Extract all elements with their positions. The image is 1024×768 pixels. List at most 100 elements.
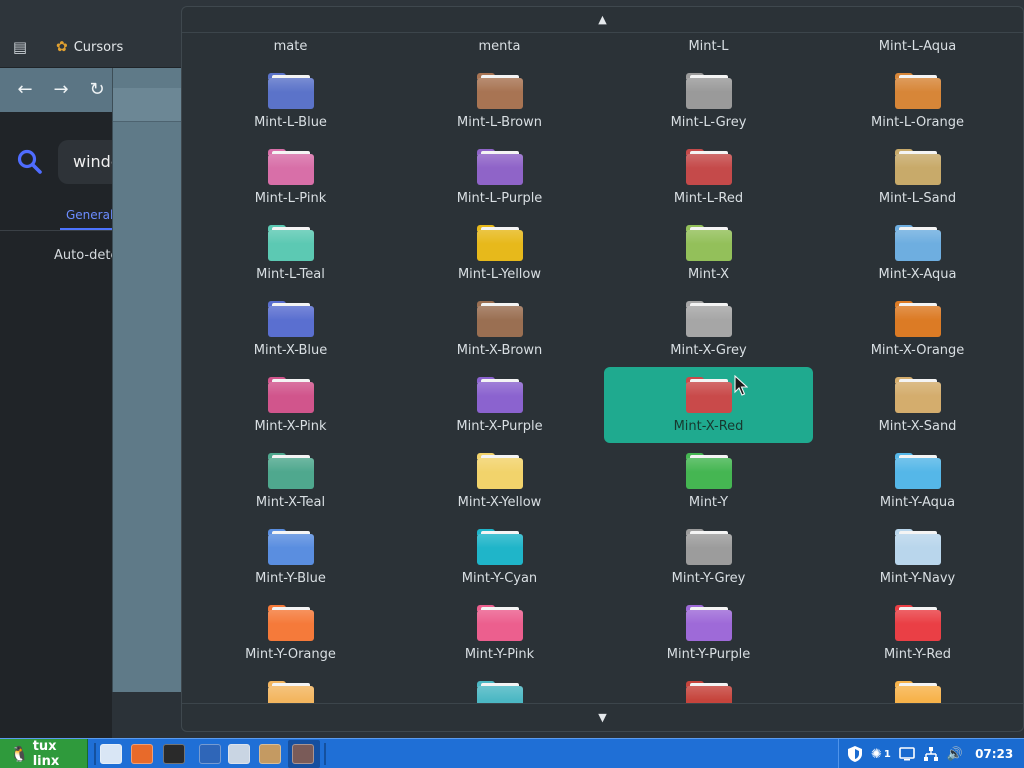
icon-theme-item[interactable] xyxy=(186,671,395,704)
folder-icon xyxy=(686,529,732,565)
icon-theme-item[interactable]: Mint-L-Teal xyxy=(186,215,395,291)
icon-theme-item[interactable]: menta xyxy=(395,34,604,63)
icon-theme-item[interactable]: Mint-X-Red xyxy=(604,367,813,443)
icon-theme-label: Mint-L-Brown xyxy=(457,115,542,130)
folder-icon xyxy=(895,377,941,413)
icon-theme-label: Mint-X-Aqua xyxy=(878,267,957,282)
scroll-down-button[interactable]: ▼ xyxy=(182,703,1023,731)
icon-theme-label: Mint-X-Orange xyxy=(870,343,965,358)
display-icon[interactable] xyxy=(899,747,915,761)
icon-theme-label: Mint-L-Red xyxy=(673,191,744,206)
icon-theme-item[interactable]: Mint-X-Yellow xyxy=(395,443,604,519)
icon-theme-item[interactable]: Mint-Y-Aqua xyxy=(813,443,1022,519)
icon-theme-item[interactable]: Mint-X-Grey xyxy=(604,291,813,367)
reload-icon[interactable]: ↻ xyxy=(85,78,109,102)
icon-theme-label: Mint-X-Brown xyxy=(456,343,543,358)
icon-theme-label: Mint-Y xyxy=(688,495,729,510)
search-input[interactable]: windows xyxy=(58,140,112,184)
folder-icon xyxy=(477,377,523,413)
taskbar: 🐧 tux linx ✺ 1 🔊 07:23 xyxy=(0,738,1024,768)
icon-theme-item[interactable]: Mint-L-Orange xyxy=(813,63,1022,139)
icon-theme-item[interactable]: Mint-L-Purple xyxy=(395,139,604,215)
icon-theme-item[interactable]: Mint-Y-Purple xyxy=(604,595,813,671)
notification-bell-icon[interactable]: ✺ xyxy=(871,747,882,762)
volume-icon[interactable]: 🔊 xyxy=(947,747,963,762)
folder-icon xyxy=(268,149,314,185)
package-icon[interactable] xyxy=(259,744,281,764)
back-arrow-icon[interactable]: ← xyxy=(13,78,37,102)
folder-icon xyxy=(268,73,314,109)
folder-icon xyxy=(686,225,732,261)
icon-theme-label: Mint-L-Teal xyxy=(256,267,325,282)
icon-theme-item[interactable]: Mint-Y-Pink xyxy=(395,595,604,671)
folder-icon xyxy=(895,453,941,489)
icon-theme-item[interactable]: Mint-Y-Blue xyxy=(186,519,395,595)
icon-theme-item[interactable]: Mint-X xyxy=(604,215,813,291)
icon-theme-item[interactable]: Mint-Y-Orange xyxy=(186,595,395,671)
icon-theme-item[interactable] xyxy=(395,671,604,704)
network-app-icon[interactable] xyxy=(228,744,250,764)
lock-app-icon[interactable] xyxy=(199,744,221,764)
icon-theme-item[interactable]: Mint-L-Grey xyxy=(604,63,813,139)
icon-theme-item[interactable]: Mint-L-Sand xyxy=(813,139,1022,215)
folder-icon xyxy=(268,225,314,261)
icon-theme-item[interactable]: Mint-L xyxy=(604,34,813,63)
tab-overview-icon[interactable]: ▤ xyxy=(10,37,30,57)
forward-arrow-icon[interactable]: → xyxy=(49,78,73,102)
icon-theme-item[interactable]: Mint-X-Blue xyxy=(186,291,395,367)
icon-theme-item[interactable]: Mint-Y xyxy=(604,443,813,519)
window-app-icon[interactable] xyxy=(292,744,314,764)
icon-theme-label: Mint-X-Pink xyxy=(254,419,327,434)
scroll-up-button[interactable]: ▲ xyxy=(182,7,1023,33)
browser-tab[interactable]: ✿ Cursors xyxy=(50,28,170,66)
icon-theme-item[interactable]: Mint-X-Sand xyxy=(813,367,1022,443)
browser-tab-title: Cursors xyxy=(73,39,124,55)
icon-theme-label: menta xyxy=(478,39,521,54)
icon-theme-label: Mint-L-Pink xyxy=(254,191,327,206)
terminal-icon[interactable] xyxy=(163,744,185,764)
icon-theme-item[interactable]: Mint-L-Brown xyxy=(395,63,604,139)
settings-dialog-window xyxy=(112,68,184,692)
icon-theme-item[interactable]: Mint-Y-Red xyxy=(813,595,1022,671)
auto-detect-text: Auto-detect xyxy=(54,248,112,263)
icon-theme-label: Mint-Y-Blue xyxy=(255,571,326,586)
icon-theme-item[interactable] xyxy=(813,671,1022,704)
firefox-icon[interactable] xyxy=(131,744,153,764)
file-manager-icon[interactable] xyxy=(100,744,122,764)
icon-theme-item[interactable]: mate xyxy=(186,34,395,63)
icon-theme-item[interactable]: Mint-X-Teal xyxy=(186,443,395,519)
icon-theme-item[interactable]: Mint-L-Blue xyxy=(186,63,395,139)
folder-icon xyxy=(268,605,314,641)
icon-theme-item[interactable]: Mint-L-Red xyxy=(604,139,813,215)
icon-theme-label: Mint-L-Orange xyxy=(871,115,964,130)
icon-theme-label: Mint-L-Aqua xyxy=(878,39,957,54)
icon-theme-item[interactable]: Mint-Y-Grey xyxy=(604,519,813,595)
folder-icon xyxy=(895,529,941,565)
icon-theme-item[interactable]: Mint-X-Aqua xyxy=(813,215,1022,291)
icon-theme-item[interactable]: Mint-Y-Cyan xyxy=(395,519,604,595)
icon-theme-item[interactable]: Mint-X-Brown xyxy=(395,291,604,367)
icon-theme-item[interactable]: Mint-X-Orange xyxy=(813,291,1022,367)
mouse-pointer-icon xyxy=(734,375,748,396)
icon-theme-item[interactable]: Mint-L-Pink xyxy=(186,139,395,215)
icon-theme-item[interactable]: Mint-X-Purple xyxy=(395,367,604,443)
icon-theme-item[interactable]: Mint-X-Pink xyxy=(186,367,395,443)
icon-theme-label: Mint-L-Blue xyxy=(254,115,327,130)
icon-theme-label: Mint-X-Red xyxy=(673,419,744,434)
folder-icon xyxy=(895,681,941,704)
folder-icon xyxy=(268,529,314,565)
icon-theme-label: Mint-Y-Orange xyxy=(245,647,336,662)
tab-general[interactable]: General xyxy=(60,202,112,230)
start-menu-button[interactable]: 🐧 tux linx xyxy=(0,739,88,768)
icon-theme-item[interactable]: Mint-Y-Navy xyxy=(813,519,1022,595)
icon-theme-item[interactable]: Mint-L-Aqua xyxy=(813,34,1022,63)
clock[interactable]: 07:23 xyxy=(975,747,1013,761)
icon-theme-item[interactable] xyxy=(604,671,813,704)
icon-theme-item[interactable]: Mint-L-Yellow xyxy=(395,215,604,291)
folder-icon xyxy=(895,73,941,109)
folder-icon xyxy=(895,225,941,261)
icon-theme-label: Mint-Y-Pink xyxy=(464,647,535,662)
shield-icon[interactable] xyxy=(847,745,863,763)
network-icon[interactable] xyxy=(923,746,939,762)
icon-theme-label: Mint-Y-Grey xyxy=(671,571,746,586)
